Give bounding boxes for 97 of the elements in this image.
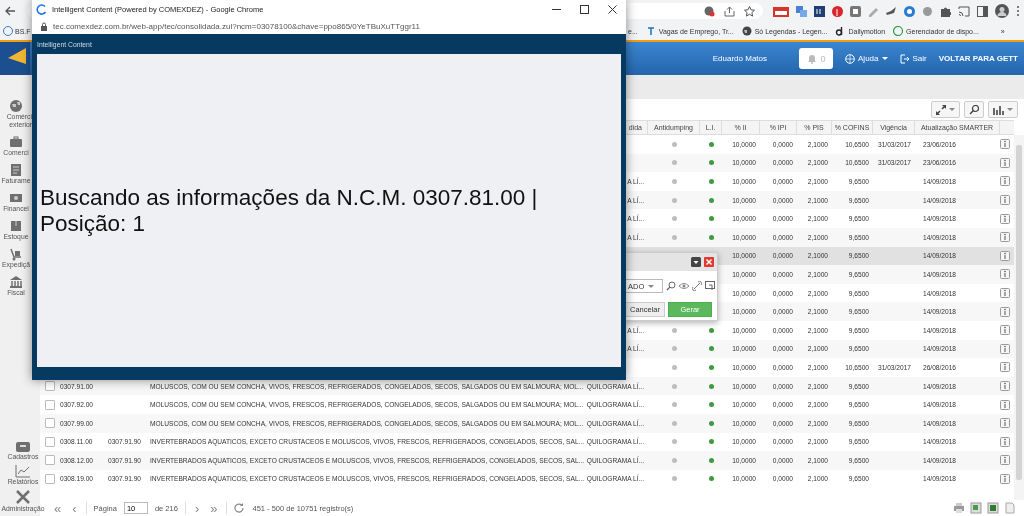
bell-icon	[806, 53, 817, 64]
calendar-icon[interactable]	[773, 5, 789, 17]
avatar-icon[interactable]	[995, 4, 1009, 18]
briefcase-icon[interactable]	[9, 135, 23, 149]
info-icon[interactable]	[1000, 399, 1010, 410]
info-icon[interactable]	[1000, 418, 1010, 429]
bookmark-icon	[3, 26, 13, 36]
globe-icon	[741, 26, 752, 36]
cast-icon[interactable]	[958, 5, 970, 17]
row-checkbox[interactable]	[45, 436, 55, 447]
menu-icon[interactable]	[1016, 5, 1020, 17]
tray-icon[interactable]	[15, 439, 31, 453]
bank-icon[interactable]	[9, 275, 23, 289]
puzzle-icon[interactable]	[940, 5, 951, 17]
star-icon[interactable]	[744, 5, 755, 17]
globe-icon[interactable]	[9, 99, 23, 113]
info-icon[interactable]	[1000, 213, 1010, 224]
expand-icon	[936, 104, 946, 115]
info-icon[interactable]	[1000, 362, 1010, 373]
maximize-icon	[579, 4, 589, 14]
info-icon[interactable]	[1000, 250, 1010, 261]
bird-icon[interactable]	[886, 5, 897, 17]
invoice-icon[interactable]	[9, 163, 23, 177]
scrollbar-thumb[interactable]	[1016, 145, 1022, 480]
logo-icon	[0, 42, 30, 75]
circle-icon[interactable]	[904, 5, 915, 17]
eye-icon[interactable]	[679, 281, 689, 291]
close-icon	[607, 4, 617, 14]
row-checkbox[interactable]	[45, 399, 55, 410]
caret-icon	[949, 108, 955, 111]
squares-icon[interactable]	[796, 5, 807, 17]
caret-icon	[881, 57, 888, 60]
line-chart-icon[interactable]	[15, 464, 31, 478]
chart-dropdown[interactable]	[988, 101, 1018, 118]
minimize-icon[interactable]	[691, 257, 701, 267]
spreadsheet-icon[interactable]	[987, 502, 999, 514]
next-page-button[interactable]: ›	[192, 501, 202, 515]
minimize-icon	[551, 8, 561, 10]
first-page-button[interactable]: «	[52, 501, 64, 515]
info-icon[interactable]	[1000, 325, 1010, 336]
job-icon	[645, 26, 656, 36]
row-checkbox[interactable]	[45, 474, 55, 484]
row-checkbox[interactable]	[45, 455, 55, 466]
loading-icon	[36, 3, 47, 15]
search-icon[interactable]	[666, 281, 676, 291]
print-icon[interactable]	[953, 502, 965, 514]
scrollbar[interactable]	[1014, 135, 1024, 500]
document-icon[interactable]	[1004, 502, 1016, 514]
back-arrow-icon[interactable]	[4, 5, 16, 17]
search-button[interactable]	[964, 101, 984, 118]
square-icon[interactable]	[850, 5, 861, 17]
info-icon[interactable]	[1000, 381, 1010, 391]
refresh-icon[interactable]	[234, 502, 246, 514]
caret-icon	[1007, 108, 1013, 111]
back-link[interactable]: VOLTAR PARA GETT	[938, 54, 1018, 63]
close-icon[interactable]	[704, 257, 714, 267]
box-icon[interactable]	[9, 219, 23, 233]
share-icon[interactable]	[724, 5, 735, 17]
lock-icon	[40, 21, 48, 31]
expand-dropdown[interactable]	[931, 101, 960, 118]
dot-icon[interactable]	[922, 5, 933, 17]
row-checkbox[interactable]	[45, 381, 55, 391]
info-icon[interactable]	[1000, 176, 1010, 187]
info-icon[interactable]	[1000, 269, 1010, 280]
info-icon[interactable]	[1000, 343, 1010, 354]
info-icon[interactable]	[1000, 139, 1010, 150]
side-panel-icon[interactable]	[977, 5, 988, 17]
info-icon[interactable]	[1000, 455, 1010, 466]
bar-chart-icon	[993, 104, 1004, 115]
loading-message: Buscando as informações da N.C.M. 0307.81.00 | Posição: 1	[40, 184, 539, 237]
info-icon[interactable]	[1000, 474, 1010, 484]
tools-icon[interactable]	[15, 489, 31, 505]
url-text[interactable]: tec.comexdez.com.br/web-app/tec/consolidada.zul?ncm=03078100&chave=ppo865/0YeTBuXuTTggr11	[53, 21, 420, 31]
screen-icon[interactable]	[705, 281, 715, 291]
pencil-icon[interactable]	[868, 5, 879, 17]
logout-button[interactable]: Sair	[899, 53, 927, 64]
exit-icon	[899, 53, 910, 64]
bookmark-icon	[893, 26, 904, 36]
user-name: Eduardo Matos	[712, 54, 768, 63]
cookie-icon[interactable]	[704, 5, 715, 17]
info-icon[interactable]	[1000, 288, 1010, 299]
previous-page-button[interactable]: ‹	[70, 501, 79, 515]
info-icon[interactable]	[1000, 157, 1010, 168]
row-checkbox[interactable]	[45, 418, 55, 429]
help-menu[interactable]: Ajuda	[845, 53, 888, 64]
info-icon[interactable]	[1000, 195, 1010, 206]
hand-truck-icon[interactable]	[9, 247, 23, 261]
info-icon[interactable]	[1000, 232, 1010, 243]
spreadsheet-icon[interactable]	[970, 502, 982, 514]
last-page-button[interactable]: »	[208, 501, 220, 515]
search-icon	[969, 104, 979, 115]
globe-icon	[845, 53, 856, 64]
tile-icon[interactable]	[814, 5, 825, 17]
info-icon[interactable]	[1000, 306, 1010, 317]
pin-icon[interactable]	[832, 5, 843, 17]
info-icon[interactable]	[1000, 436, 1010, 447]
banknote-icon[interactable]	[9, 191, 23, 205]
